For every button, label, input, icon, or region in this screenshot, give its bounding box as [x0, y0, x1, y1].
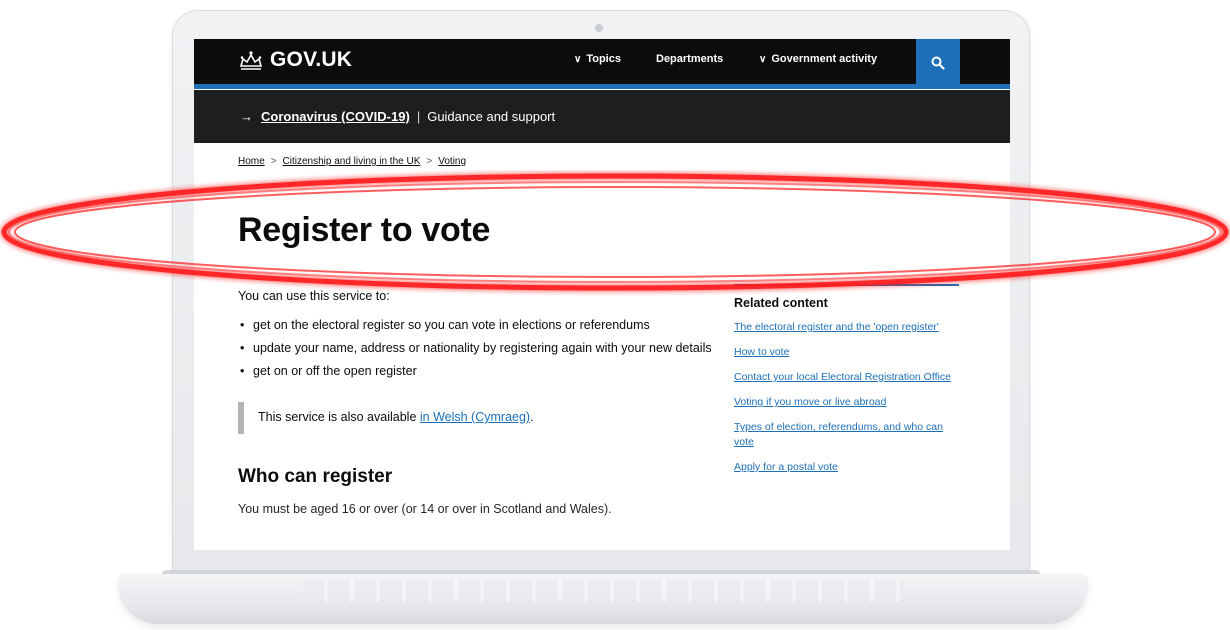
breadcrumb-voting[interactable]: Voting [438, 156, 466, 167]
main-content: You can use this service to: get on the … [238, 289, 718, 516]
search-button[interactable] [916, 39, 960, 86]
covid-separator: | [416, 109, 421, 124]
list-item: get on or off the open register [238, 363, 718, 380]
related-divider [734, 284, 959, 286]
nav-departments[interactable]: Departments [656, 53, 723, 65]
page-title: Register to vote [238, 211, 491, 249]
covid-link[interactable]: Coronavirus (COVID-19) [261, 109, 410, 124]
govuk-header: GOV.UK ∨ Topics Departments ∨ Government… [194, 39, 1010, 89]
nav-topics[interactable]: ∨ Topics [574, 53, 621, 65]
service-list: get on the electoral register so you can… [238, 317, 718, 380]
related-content-title: Related content [734, 296, 828, 310]
breadcrumb-citizenship[interactable]: Citizenship and living in the UK [283, 156, 421, 167]
eligibility-text: You must be aged 16 or over (or 14 or ov… [238, 502, 612, 516]
breadcrumb-separator: > [426, 156, 433, 167]
welsh-link[interactable]: in Welsh (Cymraeg) [420, 410, 530, 424]
covid-banner: → Coronavirus (COVID-19) | Guidance and … [194, 90, 1010, 143]
nav-topics-label: Topics [586, 53, 621, 65]
inset-text: This service is also available [258, 410, 420, 424]
related-link[interactable]: Voting if you move or live abroad [734, 395, 964, 410]
welsh-inset: This service is also available in Welsh … [238, 402, 718, 434]
breadcrumb: Home > Citizenship and living in the UK … [238, 156, 466, 167]
related-link[interactable]: Types of election, referendums, and who … [734, 420, 964, 450]
related-link[interactable]: How to vote [734, 345, 964, 360]
arrow-right-icon: → [240, 109, 253, 124]
govuk-logo[interactable]: GOV.UK [238, 48, 352, 72]
related-link[interactable]: The electoral register and the 'open reg… [734, 320, 964, 335]
search-icon [931, 56, 945, 70]
related-content: Related content The electoral register a… [734, 284, 964, 485]
nav-government-activity[interactable]: ∨ Government activity [759, 53, 877, 65]
covid-guidance-text: Guidance and support [427, 109, 556, 124]
breadcrumb-separator: > [270, 156, 277, 167]
related-link[interactable]: Contact your local Electoral Registratio… [734, 370, 964, 385]
list-item: update your name, address or nationality… [238, 340, 718, 357]
crown-icon [239, 51, 263, 70]
related-link[interactable]: Apply for a postal vote [734, 460, 964, 475]
who-can-register-heading: Who can register [238, 466, 393, 487]
breadcrumb-home[interactable]: Home [238, 156, 265, 167]
inset-suffix: . [530, 410, 534, 424]
webcam-dot [595, 24, 603, 32]
nav-departments-label: Departments [656, 53, 724, 65]
nav-government-activity-label: Government activity [771, 53, 878, 65]
laptop-keyboard [302, 580, 904, 602]
intro-text: You can use this service to: [238, 289, 390, 303]
browser-screen: GOV.UK ∨ Topics Departments ∨ Government… [194, 39, 1010, 550]
logo-text: GOV.UK [270, 48, 353, 71]
chevron-down-icon: ∨ [759, 53, 767, 65]
list-item: get on the electoral register so you can… [238, 317, 718, 334]
chevron-down-icon: ∨ [574, 53, 582, 65]
header-accent-bar [194, 84, 1010, 89]
